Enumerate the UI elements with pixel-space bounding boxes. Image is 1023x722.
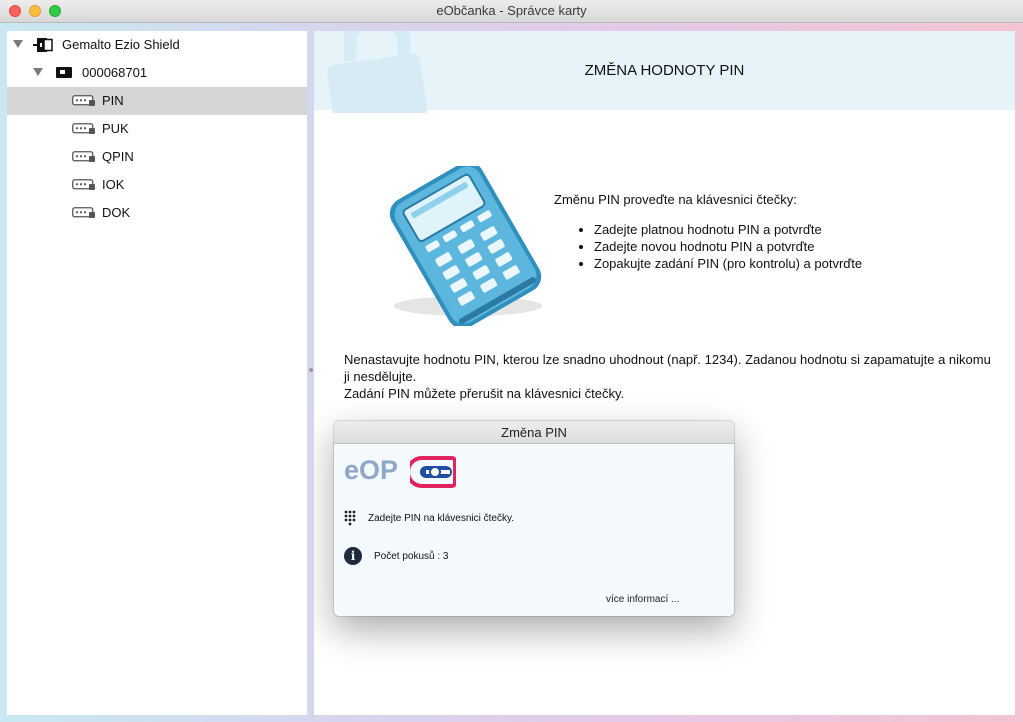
info-icon: i	[344, 547, 362, 565]
tree-label-card: 000068701	[82, 65, 148, 80]
tree-label-qpin: QPIN	[102, 149, 134, 164]
title-bar: eObčanka - Správce karty	[0, 0, 1023, 23]
instructions-intro: Změnu PIN proveďte na klávesnici čtečky:	[554, 192, 797, 207]
tree-item-reader[interactable]: Gemalto Ezio Shield	[7, 31, 307, 59]
tree-label-iok: IOK	[102, 177, 125, 192]
attempts-count: Počet pokusů : 3	[374, 551, 449, 562]
page-title: ZMĚNA HODNOTY PIN	[584, 62, 745, 79]
window-title: eObčanka - Správce karty	[436, 3, 587, 18]
dialog-title: Změna PIN	[501, 425, 567, 440]
enter-pin-prompt: Zadejte PIN na klávesnici čtečky.	[368, 513, 514, 524]
header-banner: ZMĚNA HODNOTY PIN	[314, 31, 1015, 113]
eop-logo-text: eOP	[344, 455, 399, 485]
note-line-2: Zadání PIN můžete přerušit na klávesnici…	[344, 386, 625, 401]
tree-item-dok[interactable]: DOK	[7, 199, 307, 227]
more-info-link[interactable]: více informací ...	[606, 594, 679, 605]
tree-item-iok[interactable]: IOK	[7, 171, 307, 199]
tree-label-reader: Gemalto Ezio Shield	[62, 37, 180, 52]
card-tree-sidebar: Gemalto Ezio Shield 000068701 PIN PUK QP…	[7, 31, 307, 715]
smart-card-icon	[56, 67, 72, 78]
tree-item-puk[interactable]: PUK	[7, 115, 307, 143]
main-panel: ZMĚNA HODNOTY PIN Změnu PIN proveďte na …	[314, 31, 1015, 715]
eop-card-emblem-icon	[410, 456, 456, 488]
tree-label-puk: PUK	[102, 121, 129, 136]
app-window: eObčanka - Správce karty Gemalto Ezio Sh…	[0, 0, 1023, 722]
pin-key-icon	[72, 207, 95, 218]
instruction-step: Zopakujte zadání PIN (pro kontrolu) a po…	[594, 255, 862, 272]
tree-item-qpin[interactable]: QPIN	[7, 143, 307, 171]
keypad-icon	[344, 510, 356, 526]
tree-item-pin[interactable]: PIN	[7, 87, 307, 115]
note-line-1: Nenastavujte hodnotu PIN, kterou lze sna…	[344, 352, 991, 384]
split-view-divider[interactable]	[307, 31, 314, 715]
instruction-step: Zadejte platnou hodnotu PIN a potvrďte	[594, 221, 862, 238]
security-note: Nenastavujte hodnotu PIN, kterou lze sna…	[344, 351, 994, 402]
tree-item-card[interactable]: 000068701	[7, 59, 307, 87]
tree-label-pin: PIN	[102, 93, 124, 108]
tree-label-dok: DOK	[102, 205, 131, 220]
pin-key-icon	[72, 179, 95, 190]
disclosure-triangle-icon[interactable]	[33, 68, 43, 76]
card-reader-icon	[33, 38, 53, 52]
card-terminal-illustration	[389, 166, 542, 326]
pin-key-icon	[72, 95, 95, 106]
pin-key-icon	[72, 123, 95, 134]
dialog-title-bar: Změna PIN	[334, 421, 734, 444]
divider-grip-icon[interactable]	[309, 368, 313, 372]
instructions-list: Zadejte platnou hodnotu PIN a potvrďte Z…	[573, 221, 862, 272]
change-pin-dialog: Změna PIN eOP Zadejte PIN na klávesnici …	[334, 421, 734, 616]
disclosure-triangle-icon[interactable]	[13, 40, 23, 48]
instruction-step: Zadejte novou hodnotu PIN a potvrďte	[594, 238, 862, 255]
pin-key-icon	[72, 151, 95, 162]
